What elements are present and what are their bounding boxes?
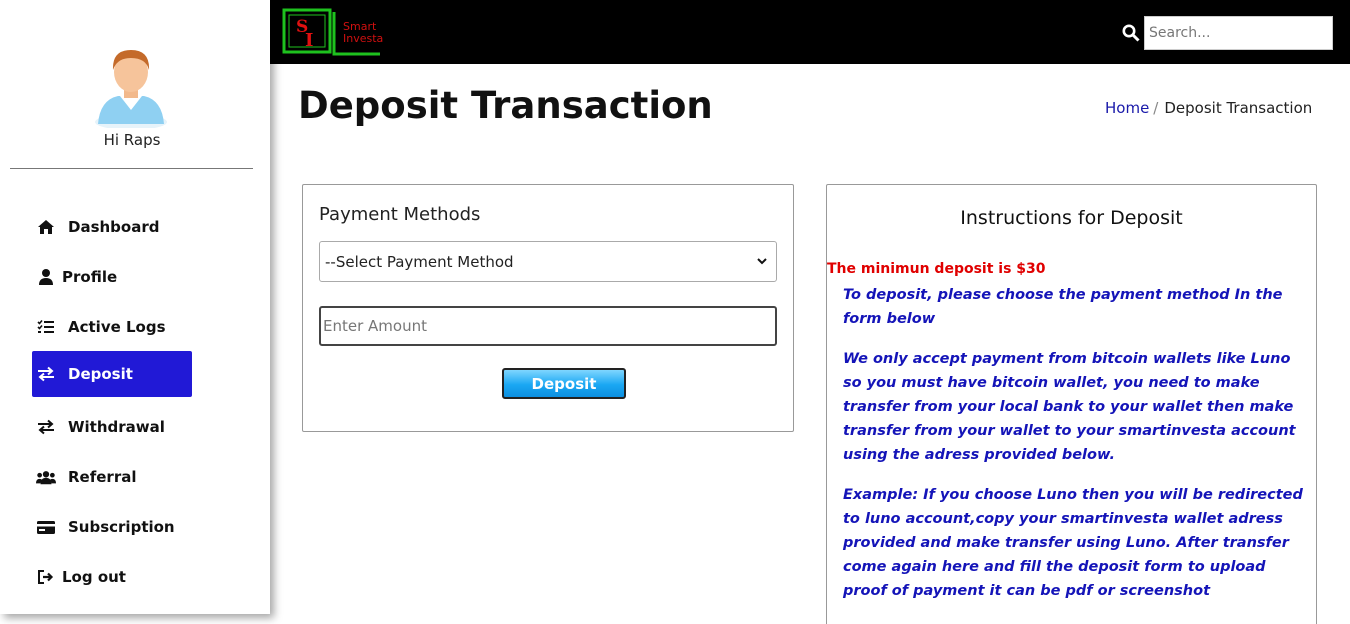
sidebar-item-label: Active Logs <box>68 318 166 336</box>
deposit-button[interactable]: Deposit <box>502 368 626 399</box>
breadcrumb-current: Deposit Transaction <box>1164 99 1313 117</box>
breadcrumb-home-link[interactable]: Home <box>1105 99 1149 117</box>
svg-text:I: I <box>305 30 313 51</box>
instruction-paragraph: We only accept payment from bitcoin wall… <box>843 351 1296 463</box>
sidebar-item-logout[interactable]: Log out <box>32 554 192 600</box>
sidebar-item-label: Subscription <box>68 518 175 536</box>
sign-out-icon <box>36 567 56 587</box>
sidebar: Hi Raps Dashboard Profile Active Logs De… <box>0 0 270 614</box>
sidebar-item-label: Referral <box>68 468 137 486</box>
payment-methods-card: Payment Methods --Select Payment Method … <box>302 184 794 432</box>
chevron-down-icon <box>757 258 767 265</box>
amount-input[interactable] <box>319 306 777 346</box>
page-title: Deposit Transaction <box>298 84 713 127</box>
top-bar: S I Smart Investa <box>270 0 1350 64</box>
instructions-title: Instructions for Deposit <box>960 207 1183 229</box>
svg-text:Investa: Investa <box>343 32 383 45</box>
sidebar-item-label: Withdrawal <box>68 418 165 436</box>
sidebar-item-dashboard[interactable]: Dashboard <box>32 204 192 250</box>
sidebar-item-withdrawal[interactable]: Withdrawal <box>32 404 192 450</box>
user-greeting: Hi Raps <box>103 131 161 149</box>
list-check-icon <box>36 317 56 337</box>
users-icon <box>36 467 56 487</box>
user-avatar <box>95 50 167 128</box>
sidebar-item-label: Deposit <box>68 365 133 383</box>
sidebar-divider <box>10 168 253 169</box>
breadcrumb: Home / Deposit Transaction <box>1105 99 1312 117</box>
payment-method-select[interactable]: --Select Payment Method <box>319 241 777 282</box>
sidebar-item-deposit[interactable]: Deposit <box>32 351 192 397</box>
instruction-paragraph: To deposit, please choose the payment me… <box>843 287 1283 327</box>
sidebar-item-referral[interactable]: Referral <box>32 454 192 500</box>
sidebar-item-label: Log out <box>62 568 126 586</box>
user-icon <box>36 267 56 287</box>
home-icon <box>36 217 56 237</box>
minimum-deposit-notice: The minimun deposit is $30 <box>827 261 1046 277</box>
logo[interactable]: S I Smart Investa <box>282 8 398 58</box>
credit-card-icon <box>36 517 56 537</box>
search-icon[interactable] <box>1122 24 1140 42</box>
exchange-icon <box>36 417 56 437</box>
breadcrumb-separator: / <box>1153 99 1159 117</box>
search-input[interactable] <box>1144 16 1333 50</box>
sidebar-item-label: Dashboard <box>68 218 160 236</box>
sidebar-item-subscription[interactable]: Subscription <box>32 504 192 550</box>
instruction-paragraph: Example: If you choose Luno then you wil… <box>843 487 1303 599</box>
sidebar-item-active-logs[interactable]: Active Logs <box>32 304 192 350</box>
sidebar-item-label: Profile <box>62 268 118 286</box>
instructions-card: Instructions for Deposit The minimun dep… <box>826 184 1317 624</box>
sidebar-item-profile[interactable]: Profile <box>32 254 192 300</box>
exchange-icon <box>36 364 56 384</box>
payment-methods-title: Payment Methods <box>319 204 481 225</box>
payment-method-selected: --Select Payment Method <box>325 252 514 271</box>
